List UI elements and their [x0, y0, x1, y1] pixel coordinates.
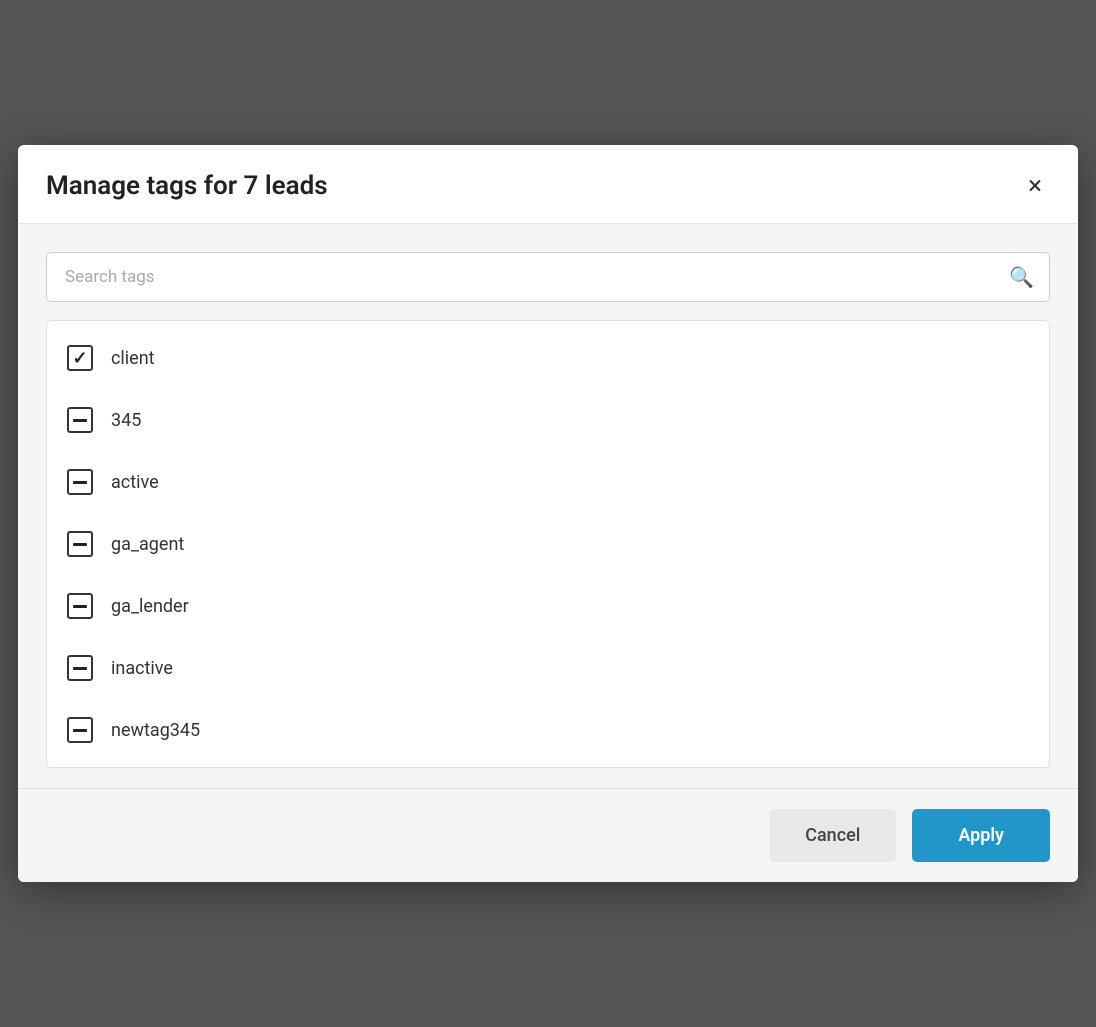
list-item[interactable]: 345 [47, 389, 1049, 451]
tag-label: newtag345 [111, 720, 200, 741]
list-item[interactable]: active [47, 451, 1049, 513]
modal-header: Manage tags for 7 leads × [18, 145, 1078, 224]
tag-label: ga_agent [111, 534, 184, 555]
tag-label: client [111, 348, 155, 369]
tag-checkbox[interactable] [67, 655, 93, 681]
apply-button[interactable]: Apply [912, 809, 1050, 862]
modal-footer: Cancel Apply [18, 788, 1078, 882]
list-item[interactable]: ga_agent [47, 513, 1049, 575]
manage-tags-modal: Manage tags for 7 leads × 🔍 client 345 act… [18, 145, 1078, 882]
tag-label: ga_lender [111, 596, 189, 617]
tag-label: 345 [111, 410, 141, 431]
tags-list-container: client 345 active ga_agent ga_lender inactive… [46, 320, 1050, 768]
tag-checkbox[interactable] [67, 407, 93, 433]
close-button[interactable]: × [1020, 169, 1050, 203]
tag-checkbox[interactable] [67, 469, 93, 495]
list-item[interactable]: newtag345 [47, 699, 1049, 761]
list-item[interactable]: client [47, 327, 1049, 389]
modal-overlay: Manage tags for 7 leads × 🔍 client 345 act… [0, 0, 1096, 1027]
modal-body: 🔍 client 345 active ga_agent ga_lenderinacti… [18, 224, 1078, 788]
list-item[interactable]: inactive [47, 637, 1049, 699]
tags-list: client 345 active ga_agent ga_lender inactive… [47, 321, 1049, 767]
tag-checkbox[interactable] [67, 593, 93, 619]
tag-label: inactive [111, 658, 173, 679]
modal-title: Manage tags for 7 leads [46, 171, 328, 201]
list-item[interactable]: ga_lender [47, 575, 1049, 637]
cancel-button[interactable]: Cancel [769, 809, 896, 862]
tag-checkbox[interactable] [67, 717, 93, 743]
tag-checkbox[interactable] [67, 345, 93, 371]
search-input[interactable] [46, 252, 1050, 302]
tag-label: active [111, 472, 159, 493]
search-container: 🔍 [46, 252, 1050, 302]
tag-checkbox[interactable] [67, 531, 93, 557]
